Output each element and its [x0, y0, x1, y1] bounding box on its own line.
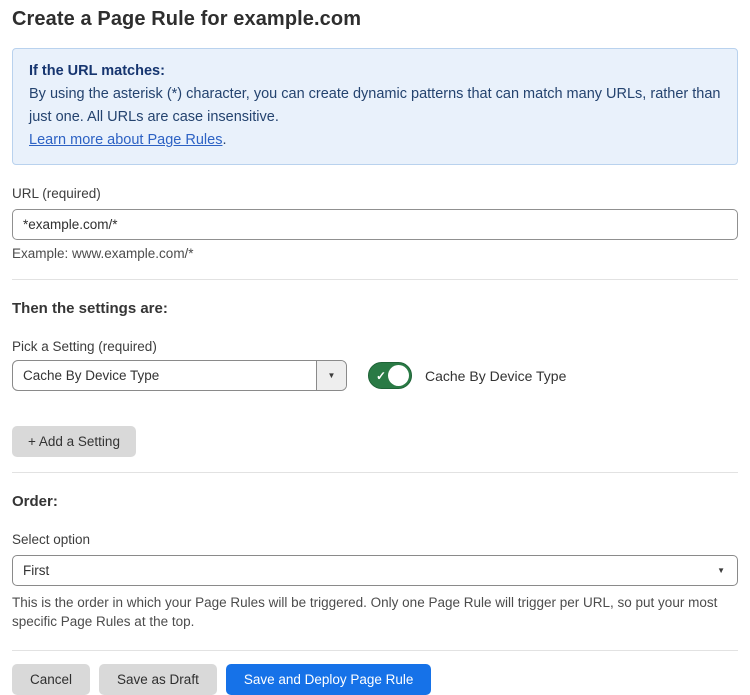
divider	[12, 279, 738, 280]
add-setting-button[interactable]: + Add a Setting	[12, 426, 136, 457]
save-as-draft-button[interactable]: Save as Draft	[99, 664, 217, 695]
check-icon: ✓	[376, 370, 386, 382]
order-section-heading: Order:	[12, 493, 738, 510]
chevron-down-icon: ▼	[717, 566, 725, 575]
cancel-button[interactable]: Cancel	[12, 664, 90, 695]
setting-select-value: Cache By Device Type	[13, 361, 316, 390]
setting-select[interactable]: Cache By Device Type ▼	[12, 360, 347, 391]
learn-more-link[interactable]: Learn more about Page Rules	[29, 132, 222, 148]
toggle-label: Cache By Device Type	[425, 368, 566, 384]
settings-section-heading: Then the settings are:	[12, 300, 738, 317]
setting-picker-row: Cache By Device Type ▼ ✓ Cache By Device…	[12, 360, 738, 391]
url-example-helper: Example: www.example.com/*	[12, 246, 738, 261]
divider	[12, 472, 738, 473]
footer-actions: Cancel Save as Draft Save and Deploy Pag…	[12, 664, 738, 695]
order-select-label: Select option	[12, 532, 738, 547]
save-and-deploy-button[interactable]: Save and Deploy Page Rule	[226, 664, 432, 695]
url-match-info-box: If the URL matches: By using the asteris…	[12, 48, 738, 165]
page-rule-form: Create a Page Rule for example.com If th…	[0, 0, 750, 695]
url-field-label: URL (required)	[12, 186, 738, 201]
url-input[interactable]	[12, 209, 738, 240]
chevron-down-icon: ▼	[328, 371, 336, 380]
order-helper-text: This is the order in which your Page Rul…	[12, 593, 738, 631]
page-title: Create a Page Rule for example.com	[12, 8, 738, 31]
divider	[12, 650, 738, 651]
cache-device-toggle[interactable]: ✓	[368, 362, 412, 389]
order-select-value: First	[23, 563, 49, 578]
info-box-link-line: Learn more about Page Rules.	[29, 129, 721, 152]
link-suffix: .	[222, 132, 226, 148]
info-box-body: By using the asterisk (*) character, you…	[29, 83, 721, 129]
setting-select-arrow-button[interactable]: ▼	[316, 361, 346, 390]
cache-device-toggle-group: ✓ Cache By Device Type	[368, 362, 566, 389]
toggle-knob	[388, 365, 409, 386]
pick-setting-label: Pick a Setting (required)	[12, 339, 738, 354]
info-box-heading: If the URL matches:	[29, 60, 721, 83]
order-select[interactable]: First ▼	[12, 555, 738, 586]
